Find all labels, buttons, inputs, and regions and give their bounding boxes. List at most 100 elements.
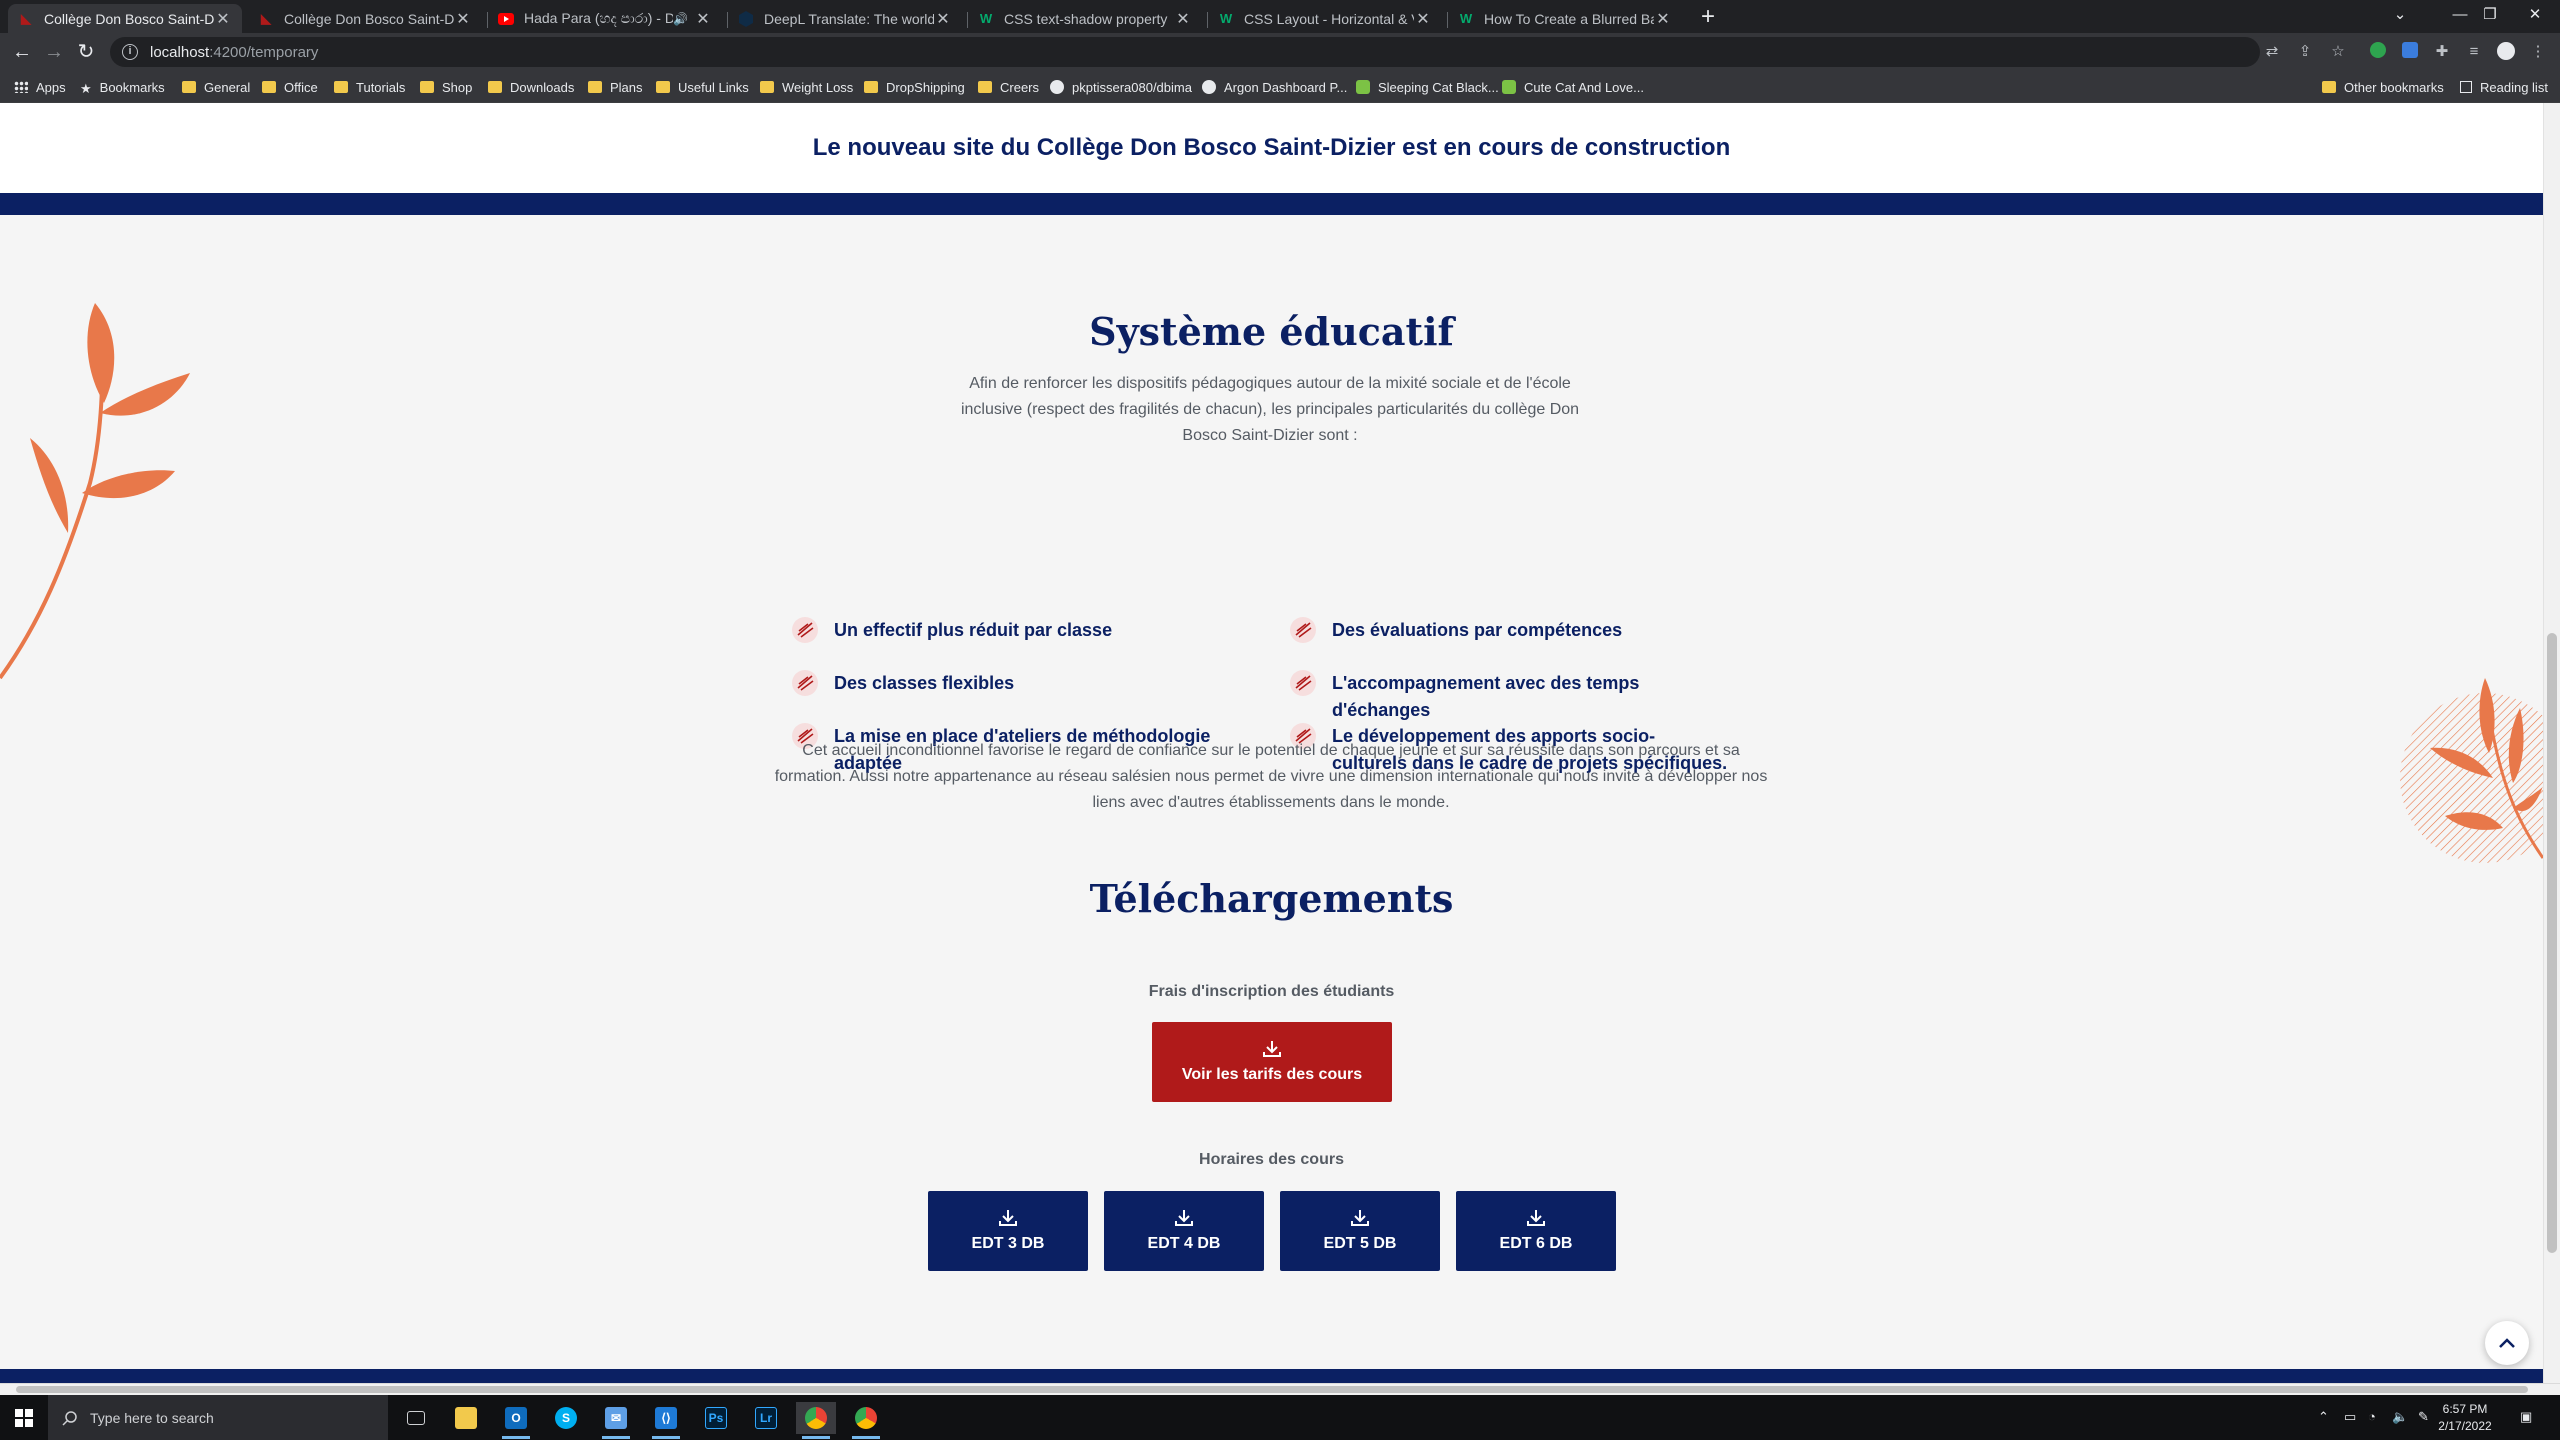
file-explorer-app[interactable] <box>446 1402 486 1434</box>
start-button[interactable] <box>0 1395 48 1440</box>
pen-scribble-icon <box>792 617 818 643</box>
chrome-icon <box>805 1407 827 1429</box>
network-icon[interactable]: ◔ <box>2368 1409 2376 1424</box>
bookmark-apps[interactable]: Apps <box>14 78 66 96</box>
vscode-app[interactable]: ⟨⟩ <box>646 1402 686 1439</box>
mail-app[interactable]: ✉ <box>596 1402 636 1439</box>
chrome-app-2[interactable] <box>846 1402 886 1439</box>
taskbar-search-box[interactable]: Type here to search <box>48 1395 388 1440</box>
vertical-scrollbar[interactable] <box>2543 103 2560 1383</box>
bookmark-cute-cat[interactable]: Cute Cat And Love... <box>1502 78 1644 96</box>
profile-avatar-icon[interactable] <box>2496 42 2516 62</box>
volume-icon[interactable]: 🔈 <box>2392 1409 2408 1425</box>
edt-4-db-button[interactable]: EDT 4 DB <box>1104 1191 1264 1271</box>
download-icon <box>1351 1210 1369 1226</box>
site-info-icon[interactable]: i <box>122 44 138 60</box>
folder-icon <box>656 81 670 93</box>
chrome-app-1[interactable] <box>796 1402 836 1439</box>
media-queue-icon[interactable]: ≡ <box>2464 42 2484 62</box>
edt-5-db-button[interactable]: EDT 5 DB <box>1280 1191 1440 1271</box>
skype-app[interactable]: S <box>546 1402 586 1434</box>
close-tab-icon[interactable]: ✕ <box>1654 9 1672 29</box>
bookmark-creers[interactable]: Creers <box>978 78 1039 96</box>
lightroom-icon: Lr <box>755 1407 777 1429</box>
bookmark-downloads[interactable]: Downloads <box>488 78 574 96</box>
bookmark-weight-loss[interactable]: Weight Loss <box>760 78 853 96</box>
bookmark-dropshipping[interactable]: DropShipping <box>864 78 965 96</box>
restore-button[interactable]: ❐ <box>2470 0 2510 33</box>
extensions-puzzle-icon[interactable]: ✚ <box>2432 42 2452 62</box>
bookmark-tutorials[interactable]: Tutorials <box>334 78 405 96</box>
reading-list[interactable]: Reading list <box>2460 78 2548 96</box>
tab-css-layout[interactable]: W CSS Layout - Horizontal & Vertic ✕ <box>1208 4 1442 33</box>
close-tab-icon[interactable]: ✕ <box>214 9 232 29</box>
tab-search-icon[interactable]: ⌄ <box>2380 0 2420 33</box>
tab-blurred-background[interactable]: W How To Create a Blurred Backgr ✕ <box>1448 4 1682 33</box>
bookmark-sleeping-cat[interactable]: Sleeping Cat Black... <box>1356 78 1499 96</box>
scroll-to-top-button[interactable] <box>2485 1321 2529 1365</box>
taskbar-clock[interactable]: 6:57 PM 2/17/2022 <box>2430 1401 2500 1435</box>
youtube-favicon-icon <box>498 11 514 27</box>
url-path: :4200/temporary <box>209 43 319 61</box>
extension-green-icon[interactable] <box>2368 42 2388 62</box>
horizontal-scrollbar[interactable] <box>0 1383 2560 1395</box>
bookmark-office[interactable]: Office <box>262 78 318 96</box>
tab-college-don-bosco-1[interactable]: ◣ Collège Don Bosco Saint-Dizier ✕ <box>8 4 242 33</box>
close-tab-icon[interactable]: ✕ <box>454 9 472 29</box>
close-tab-icon[interactable]: ✕ <box>934 9 952 29</box>
speaker-icon[interactable]: 🔊 <box>673 12 688 26</box>
bookmark-github-dbima[interactable]: pkptissera080/dbima <box>1050 78 1192 96</box>
tab-css-text-shadow[interactable]: W CSS text-shadow property ✕ <box>968 4 1202 33</box>
bookmark-argon-dashboard[interactable]: Argon Dashboard P... <box>1202 78 1347 96</box>
tab-deepl[interactable]: DeepL Translate: The world's mo ✕ <box>728 4 962 33</box>
tab-youtube[interactable]: Hada Para (හද පාරා) - Dhy 🔊 ✕ <box>488 4 722 33</box>
feature-item: Des évaluations par compétences <box>1288 617 1728 645</box>
share-icon[interactable]: ⇪ <box>2295 42 2315 62</box>
bookmark-general[interactable]: General <box>182 78 250 96</box>
bookmark-useful-links[interactable]: Useful Links <box>656 78 749 96</box>
download-icon <box>1527 1210 1545 1226</box>
feature-item: L'accompagnement avec des temps d'échang… <box>1288 670 1728 724</box>
back-button[interactable]: ← <box>10 40 34 64</box>
bookmark-label: Reading list <box>2480 79 2548 95</box>
scrollbar-thumb[interactable] <box>16 1386 2528 1393</box>
reload-button[interactable]: ↻ <box>74 40 98 64</box>
edt-3-db-button[interactable]: EDT 3 DB <box>928 1191 1088 1271</box>
tray-overflow-icon[interactable]: ⌃ <box>2318 1409 2329 1425</box>
bookmark-label: Weight Loss <box>782 79 854 95</box>
close-window-button[interactable]: ✕ <box>2515 0 2555 33</box>
photoshop-app[interactable]: Ps <box>696 1402 736 1434</box>
deepl-favicon-icon <box>738 10 754 27</box>
page-viewport: Le nouveau site du Collège Don Bosco Sai… <box>0 103 2543 1383</box>
bookmark-bookmarks[interactable]: ★ Bookmarks <box>80 78 165 97</box>
address-url: localhost:4200/temporary <box>150 44 318 61</box>
task-view-button[interactable] <box>396 1402 436 1434</box>
tab-college-don-bosco-2[interactable]: ◣ Collège Don Bosco Saint-Dizier ✕ <box>248 4 482 33</box>
w3schools-favicon-icon: W <box>1219 11 1233 26</box>
extension-blue-icon[interactable] <box>2400 42 2420 62</box>
battery-icon[interactable]: ▭ <box>2344 1409 2356 1425</box>
new-tab-button[interactable]: + <box>1694 4 1722 32</box>
other-bookmarks[interactable]: Other bookmarks <box>2322 78 2444 96</box>
fees-download-button[interactable]: Voir les tarifs des cours <box>1152 1022 1392 1102</box>
bookmark-plans[interactable]: Plans <box>588 78 643 96</box>
notifications-icon[interactable]: ▣ <box>2520 1409 2532 1425</box>
close-tab-icon[interactable]: ✕ <box>1414 9 1432 29</box>
scrollbar-thumb[interactable] <box>2547 633 2557 1253</box>
address-bar[interactable]: i localhost:4200/temporary <box>110 37 2260 67</box>
lightroom-app[interactable]: Lr <box>746 1402 786 1434</box>
edt-6-db-button[interactable]: EDT 6 DB <box>1456 1191 1616 1271</box>
close-tab-icon[interactable]: ✕ <box>1174 9 1192 29</box>
download-icon <box>1175 1210 1193 1226</box>
outlook-app[interactable]: O <box>496 1402 536 1439</box>
browser-menu-icon[interactable]: ⋮ <box>2528 42 2548 62</box>
bookmark-star-icon[interactable]: ☆ <box>2328 42 2348 62</box>
search-icon <box>62 1410 77 1426</box>
pen-icon[interactable]: ✎ <box>2418 1409 2429 1425</box>
bookmark-label: Sleeping Cat Black... <box>1378 79 1499 95</box>
forward-button[interactable]: → <box>42 40 66 64</box>
translate-icon[interactable]: ⇄ <box>2262 42 2282 62</box>
close-tab-icon[interactable]: ✕ <box>694 9 712 29</box>
feature-text: Un effectif plus réduit par classe <box>834 620 1113 640</box>
bookmark-shop[interactable]: Shop <box>420 78 472 96</box>
